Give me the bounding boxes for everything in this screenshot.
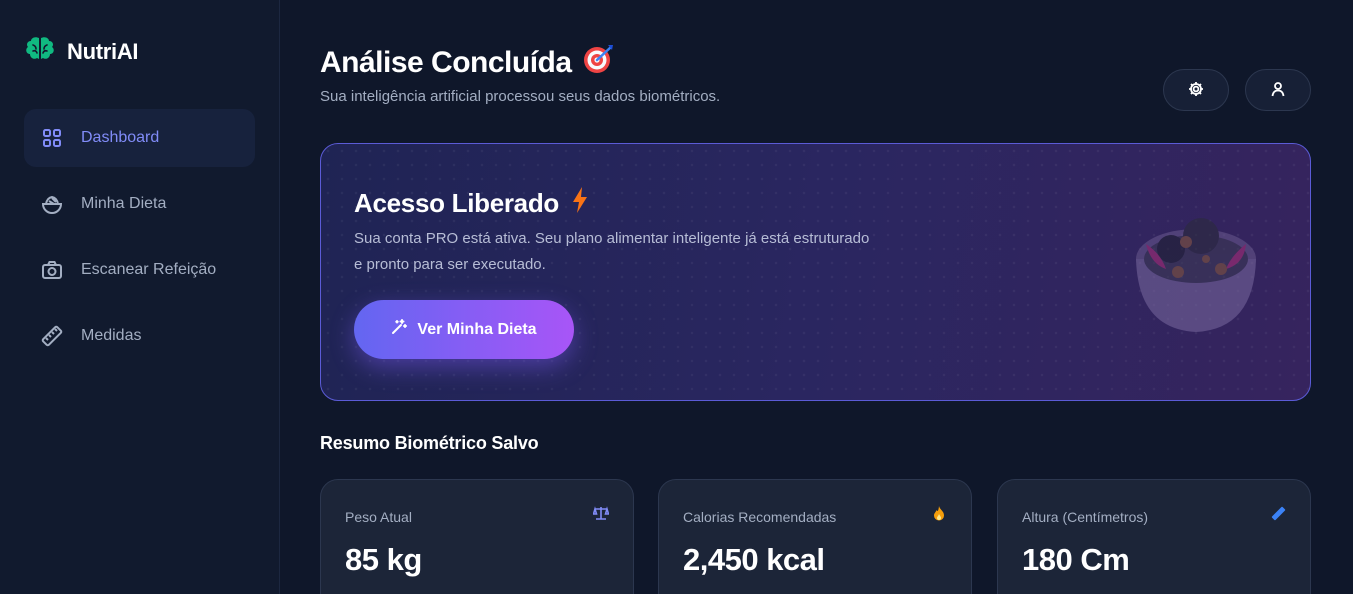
sidebar-item-label: Escanear Refeição bbox=[81, 261, 217, 278]
brain-icon bbox=[25, 36, 55, 67]
card-label: Peso Atual bbox=[345, 509, 412, 525]
sidebar-item-label: Dashboard bbox=[81, 129, 160, 146]
app-root: NutriAI Dashboard Minha Dieta Escanear R… bbox=[0, 0, 1353, 594]
sidebar: NutriAI Dashboard Minha Dieta Escanear R… bbox=[0, 0, 280, 594]
target-icon bbox=[582, 42, 616, 84]
sidebar-item-label: Medidas bbox=[81, 327, 142, 344]
magic-wand-icon bbox=[391, 319, 408, 340]
sidebar-nav: Dashboard Minha Dieta Escanear Refeição bbox=[24, 109, 255, 373]
sidebar-item-medidas[interactable]: Medidas bbox=[24, 307, 255, 365]
section-title: Resumo Biométrico Salvo bbox=[320, 433, 539, 453]
brand[interactable]: NutriAI bbox=[25, 36, 139, 67]
fire-icon bbox=[931, 505, 947, 521]
card-value: 85 kg bbox=[345, 542, 422, 577]
page-title: Análise Concluída bbox=[320, 42, 616, 84]
page-title-text: Análise Concluída bbox=[320, 46, 572, 79]
banner-title: Acesso Liberado bbox=[354, 186, 589, 221]
ruler-icon bbox=[1270, 505, 1286, 521]
banner-text: Sua conta PRO está ativa. Seu plano alim… bbox=[354, 230, 870, 273]
user-icon bbox=[1270, 81, 1286, 100]
weight-card: Peso Atual 85 kg bbox=[320, 479, 634, 594]
height-card: Altura (Centímetros) 180 Cm bbox=[997, 479, 1311, 594]
view-diet-button[interactable]: Ver Minha Dieta bbox=[354, 300, 574, 359]
card-value: 180 Cm bbox=[1022, 542, 1130, 577]
grid-icon bbox=[41, 127, 63, 149]
card-value: 2,450 kcal bbox=[683, 542, 825, 577]
card-label: Calorias Recomendadas bbox=[683, 509, 837, 525]
settings-button[interactable] bbox=[1163, 69, 1229, 111]
scale-icon bbox=[593, 505, 609, 521]
ruler-icon bbox=[41, 325, 63, 347]
brand-name: NutriAI bbox=[67, 38, 139, 64]
sidebar-item-escanear-refeicao[interactable]: Escanear Refeição bbox=[24, 241, 255, 299]
view-diet-label: Ver Minha Dieta bbox=[417, 320, 537, 338]
card-label: Altura (Centímetros) bbox=[1022, 509, 1149, 525]
camera-icon bbox=[41, 259, 63, 281]
bolt-icon bbox=[571, 186, 589, 221]
sidebar-item-label: Minha Dieta bbox=[81, 195, 167, 212]
main-content: Análise Concluída Sua inteligência artif… bbox=[280, 0, 1353, 594]
pro-access-banner: Acesso Liberado Sua conta PRO está ativa… bbox=[320, 143, 1311, 401]
sidebar-item-dashboard[interactable]: Dashboard bbox=[24, 109, 255, 167]
profile-button[interactable] bbox=[1245, 69, 1311, 111]
gear-icon bbox=[1188, 81, 1204, 100]
sidebar-item-minha-dieta[interactable]: Minha Dieta bbox=[24, 175, 255, 233]
banner-title-text: Acesso Liberado bbox=[354, 188, 560, 218]
calories-card: Calorias Recomendadas 2,450 kcal bbox=[658, 479, 972, 594]
page-subtitle: Sua inteligência artificial processou se… bbox=[320, 88, 721, 105]
bowl-icon bbox=[41, 193, 63, 215]
bowl-illustration bbox=[1126, 214, 1266, 349]
